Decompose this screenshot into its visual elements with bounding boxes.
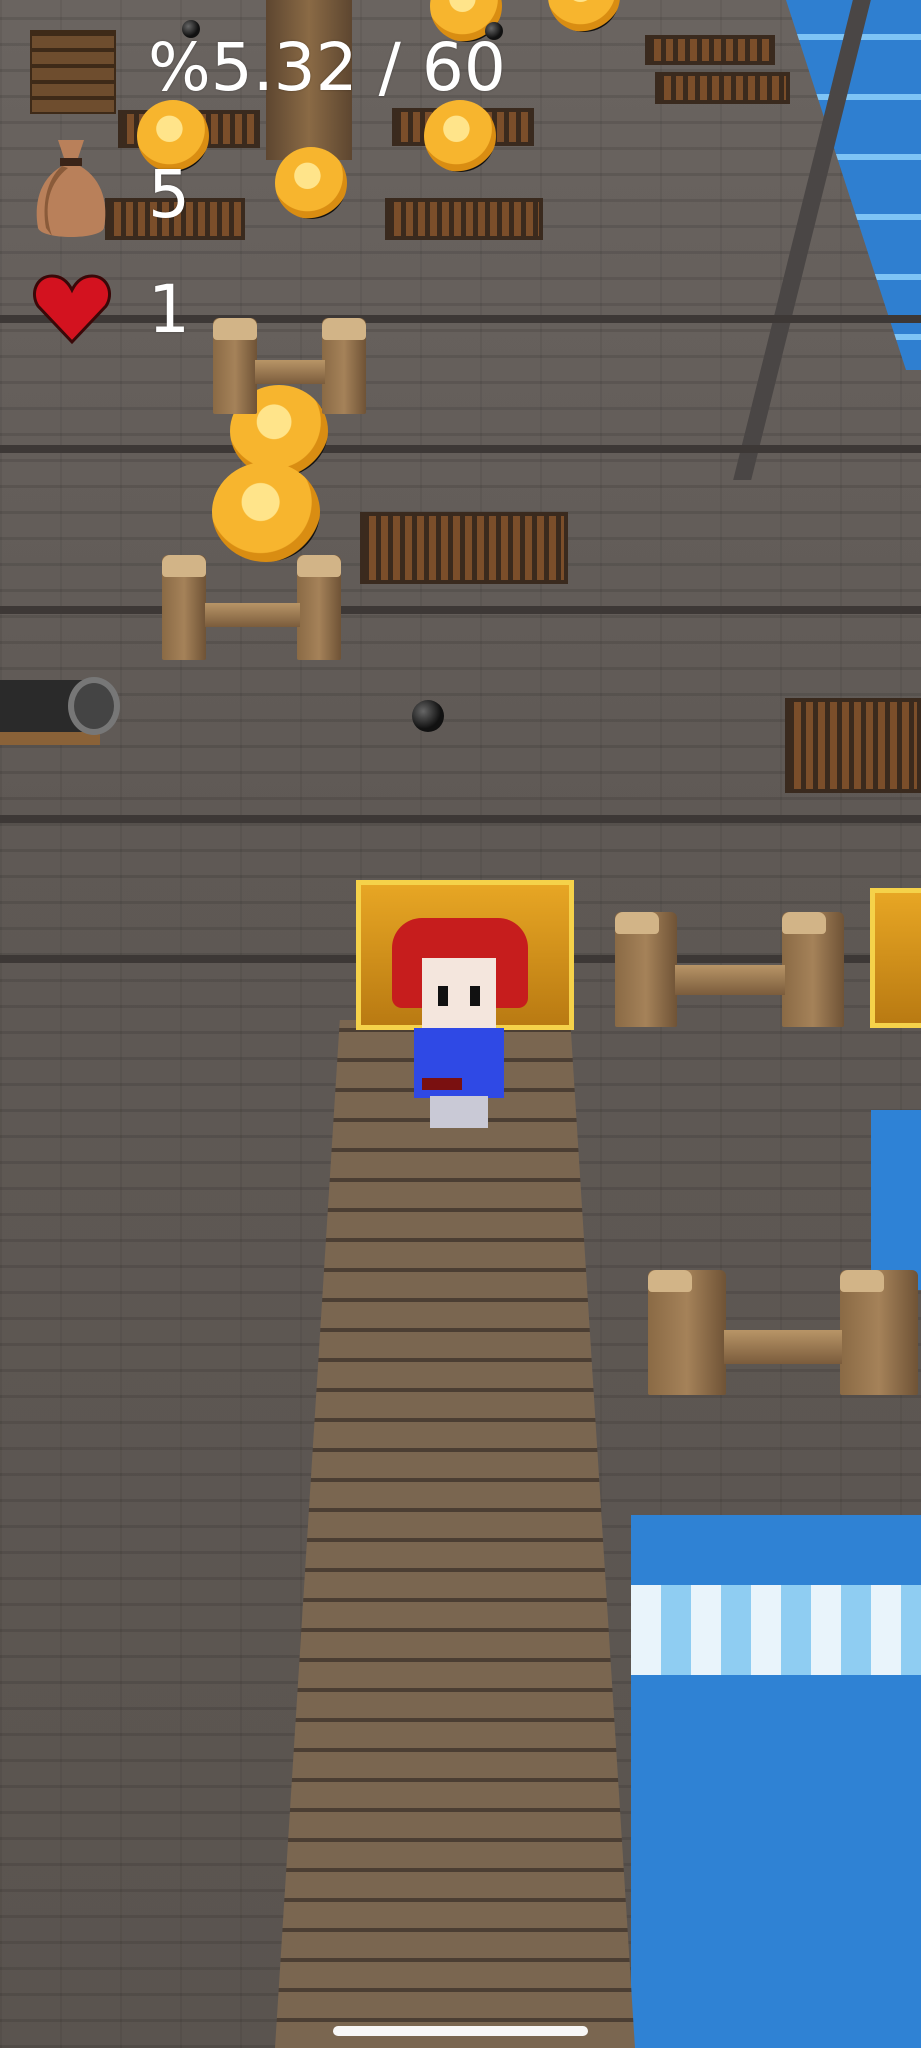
fence-post [213,318,257,414]
lives-counter: 1 [148,271,190,348]
deck-grate [785,698,921,793]
home-indicator[interactable] [333,2026,588,2036]
fence-beam [205,603,300,627]
deck-grate [655,72,790,104]
progress-counter: %5.32 / 60 [148,29,506,106]
coin-counter: 5 [148,156,190,233]
deck-grate [360,512,568,584]
deck-seam [0,445,921,453]
ocean-mid-right [871,1110,921,1290]
player-legs [430,1096,488,1128]
cannon [0,675,120,745]
deck-seam [0,606,921,614]
cannon-mouth [68,677,120,735]
fence-post [322,318,366,414]
fence-post [162,555,206,660]
cannonball [412,700,444,732]
gold-coin [212,462,320,562]
money-bag-icon [36,140,106,237]
deck-seam [0,315,921,323]
gold-coin [275,147,347,219]
deck-seam [0,815,921,823]
player-character[interactable] [392,918,530,1128]
fence-beam [724,1330,842,1364]
player-face [422,958,496,1036]
player-belt [422,1078,462,1090]
fence-post [782,912,844,1027]
ocean-bottom-right [631,1515,921,2048]
heart-icon [33,274,111,345]
fence-post [840,1270,918,1395]
deck-grate [645,35,775,65]
ocean-wave [631,1585,921,1675]
deck-grate [385,198,543,240]
gold-coin [424,100,496,172]
fence-beam [675,965,785,995]
brick-wall-icon [30,30,116,114]
fence-post [615,912,677,1027]
plank-path [275,1020,635,2048]
fence-post [648,1270,726,1395]
player-eye [438,986,448,1006]
fence-beam [255,360,325,384]
fence-post [297,555,341,660]
game-scene[interactable]: %5.32 / 60 5 1 [0,0,921,2048]
gold-coin [548,0,620,32]
treasure-chest [870,888,921,1028]
player-eye [470,986,480,1006]
